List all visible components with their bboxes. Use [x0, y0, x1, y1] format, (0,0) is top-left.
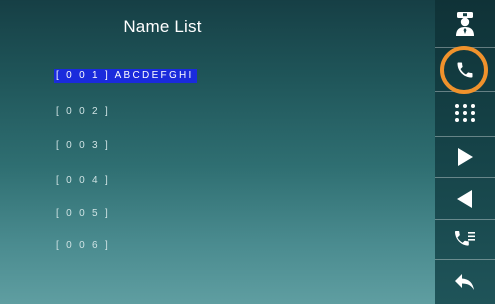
next-button[interactable]	[435, 137, 495, 178]
list-item-005[interactable]: [ 0 0 5 ]	[56, 207, 110, 221]
play-right-icon	[456, 147, 474, 167]
list-item-001[interactable]: [ 0 0 1 ] ABCDEFGHI	[54, 69, 197, 83]
list-item-002[interactable]: [ 0 0 2 ]	[56, 105, 110, 119]
list-item-004[interactable]: [ 0 0 4 ]	[56, 174, 110, 188]
play-left-icon	[456, 189, 474, 209]
back-icon	[454, 273, 476, 291]
previous-button[interactable]	[435, 178, 495, 220]
keypad-icon	[453, 103, 477, 125]
sidebar	[435, 0, 495, 304]
guard-icon	[454, 11, 476, 37]
back-button[interactable]	[435, 260, 495, 304]
main-panel: Name List [ 0 0 1 ] ABCDEFGHI [ 0 0 2 ] …	[0, 0, 435, 304]
phone-icon	[455, 60, 475, 80]
list-item-003[interactable]: [ 0 0 3 ]	[56, 139, 110, 153]
call-list-icon	[453, 230, 477, 250]
page-title: Name List	[123, 17, 202, 36]
call-button[interactable]	[435, 48, 495, 92]
keypad-button[interactable]	[435, 92, 495, 137]
guard-button[interactable]	[435, 0, 495, 48]
call-list-button[interactable]	[435, 220, 495, 260]
list-item-006[interactable]: [ 0 0 6 ]	[56, 239, 110, 253]
